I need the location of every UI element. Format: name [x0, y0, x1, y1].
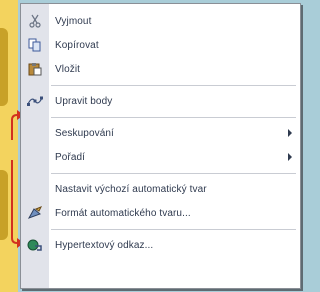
- menu-item-grouping[interactable]: Seskupování: [21, 122, 300, 144]
- edit-points-icon: [21, 90, 49, 112]
- menu-item-cut[interactable]: Vyjmout: [21, 10, 300, 32]
- menu-item-paste[interactable]: Vložit: [21, 58, 300, 80]
- menu-item-copy[interactable]: Kopírovat: [21, 34, 300, 56]
- blank-icon: [21, 122, 49, 144]
- paste-icon: [21, 58, 49, 80]
- menu-item-label: Kopírovat: [55, 39, 99, 51]
- menu-item-label: Upravit body: [55, 95, 113, 107]
- blank-icon: [21, 146, 49, 168]
- menu-item-label: Vyjmout: [55, 15, 92, 27]
- menu-separator: [51, 173, 296, 174]
- submenu-arrow-icon: [288, 153, 292, 161]
- menu-separator: [51, 85, 296, 86]
- menu-item-label: Seskupování: [55, 127, 114, 139]
- menu-item-label: Hypertextový odkaz...: [55, 239, 154, 251]
- menu-item-label: Formát automatického tvaru...: [55, 207, 191, 219]
- menu-separator: [51, 229, 296, 230]
- menu-item-set-default-autoshape[interactable]: Nastavit výchozí automatický tvar: [21, 178, 300, 200]
- menu-item-label: Vložit: [55, 63, 81, 75]
- scissors-icon: [21, 10, 49, 32]
- menu-item-label: Pořadí: [55, 151, 86, 163]
- hyperlink-icon: [21, 234, 49, 256]
- menu-item-label: Nastavit výchozí automatický tvar: [55, 183, 207, 195]
- submenu-arrow-icon: [288, 129, 292, 137]
- menu-item-edit-points[interactable]: Upravit body: [21, 90, 300, 112]
- blank-icon: [21, 178, 49, 200]
- menu-separator: [51, 117, 296, 118]
- menu-item-hyperlink[interactable]: Hypertextový odkaz...: [21, 234, 300, 256]
- menu-item-order[interactable]: Pořadí: [21, 146, 300, 168]
- menu-item-format-autoshape[interactable]: Formát automatického tvaru...: [21, 202, 300, 224]
- format-shape-icon: [21, 202, 49, 224]
- context-menu: Vyjmout Kopírovat Vložit Upravit body Se…: [20, 3, 301, 289]
- copy-icon: [21, 34, 49, 56]
